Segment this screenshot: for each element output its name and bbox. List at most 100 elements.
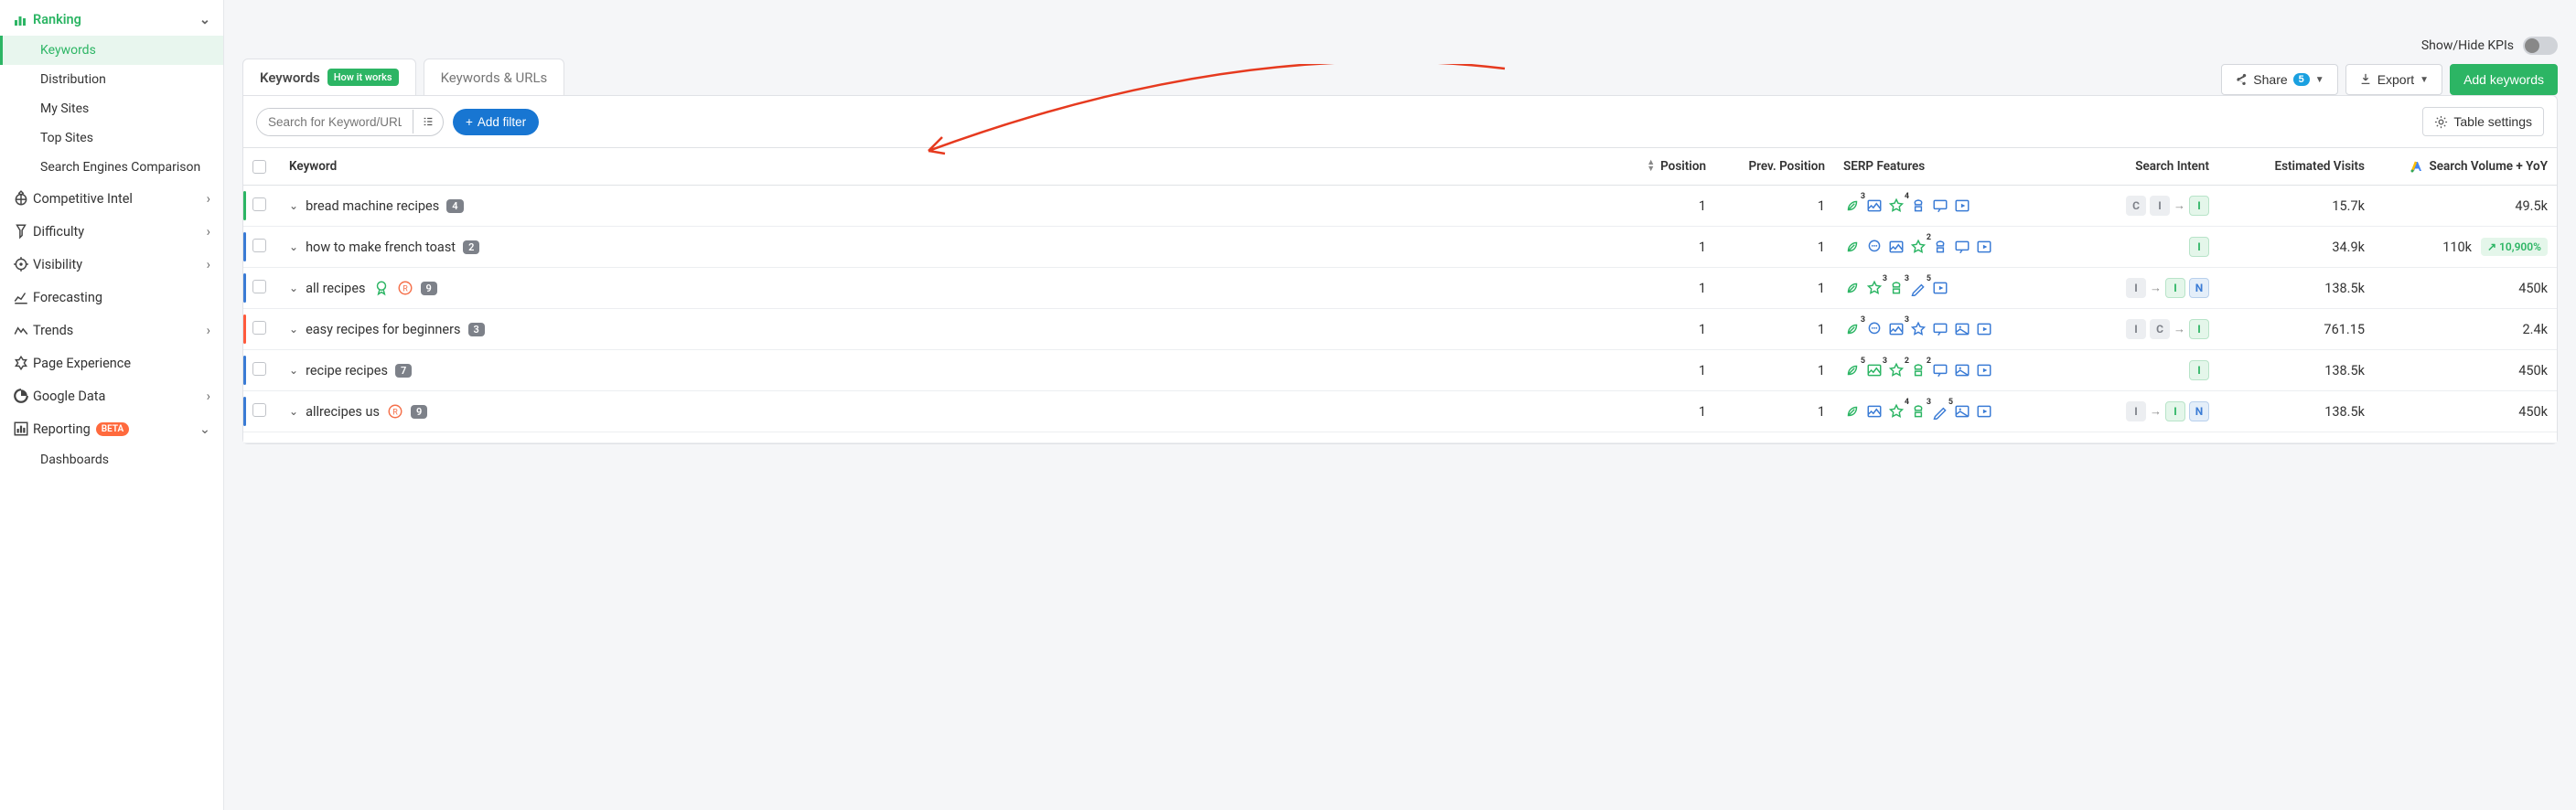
serp-pic-icon[interactable]: [1953, 402, 1971, 421]
keyword-text[interactable]: all recipes: [306, 281, 365, 296]
sidebar-item-visibility[interactable]: Visibility›: [0, 248, 223, 281]
th-position[interactable]: ▲▼ Position: [1615, 148, 1715, 185]
serp-video-icon[interactable]: [1975, 238, 1993, 256]
serp-star-icon[interactable]: 4: [1887, 197, 1905, 215]
intent-N[interactable]: N: [2189, 401, 2209, 421]
th-visits[interactable]: Estimated Visits: [2218, 148, 2374, 185]
th-volume[interactable]: Search Volume + YoY: [2374, 148, 2557, 185]
serp-chef-icon[interactable]: 3: [1909, 402, 1927, 421]
serp-img-icon[interactable]: [1865, 402, 1884, 421]
keyword-text[interactable]: easy recipes for beginners: [306, 322, 460, 337]
serp-chef-icon[interactable]: 2: [1909, 361, 1927, 379]
serp-pic-icon[interactable]: [1953, 361, 1971, 379]
export-button[interactable]: Export ▼: [2345, 64, 2442, 95]
intent-I[interactable]: I: [2189, 319, 2209, 339]
serp-star-icon[interactable]: [1909, 320, 1927, 338]
keyword-text[interactable]: how to make french toast: [306, 240, 456, 255]
keyword-text[interactable]: recipe recipes: [306, 363, 388, 378]
serp-leaf-icon[interactable]: 3: [1843, 320, 1862, 338]
serp-pen-icon[interactable]: 5: [1931, 402, 1949, 421]
sidebar-item-reporting[interactable]: ReportingBETA⌄: [0, 412, 223, 445]
serp-leaf-icon[interactable]: [1843, 402, 1862, 421]
sidebar-item-competitive-intel[interactable]: Competitive Intel›: [0, 182, 223, 215]
intent-I[interactable]: I: [2189, 196, 2209, 216]
intent-C[interactable]: C: [2150, 319, 2170, 339]
sidebar-item-forecasting[interactable]: Forecasting: [0, 281, 223, 314]
serp-leaf-icon[interactable]: 5: [1843, 361, 1862, 379]
serp-chef-icon[interactable]: [1909, 197, 1927, 215]
serp-qa-icon[interactable]: [1931, 197, 1949, 215]
serp-img-icon[interactable]: 3: [1887, 320, 1905, 338]
serp-qa-icon[interactable]: [1953, 238, 1971, 256]
row-checkbox[interactable]: [252, 280, 266, 293]
sidebar-sub-my-sites[interactable]: My Sites: [0, 94, 223, 123]
intent-I[interactable]: I: [2189, 360, 2209, 380]
serp-pen-icon[interactable]: 5: [1909, 279, 1927, 297]
expand-row[interactable]: ⌄: [289, 364, 298, 377]
add-filter-button[interactable]: + Add filter: [453, 109, 539, 135]
serp-pic-icon[interactable]: [1953, 320, 1971, 338]
row-checkbox[interactable]: [252, 239, 266, 252]
serp-chef-icon[interactable]: 3: [1887, 279, 1905, 297]
intent-I[interactable]: I: [2126, 401, 2146, 421]
serp-star-icon[interactable]: 2: [1887, 361, 1905, 379]
how-it-works-badge[interactable]: How it works: [327, 69, 399, 86]
sidebar-sub-dashboards[interactable]: Dashboards: [0, 445, 223, 474]
th-serp[interactable]: SERP Features: [1834, 148, 2063, 185]
intent-I[interactable]: I: [2126, 319, 2146, 339]
serp-chat-icon[interactable]: [1865, 238, 1884, 256]
intent-I[interactable]: I: [2189, 237, 2209, 257]
sidebar-sub-keywords[interactable]: Keywords: [0, 36, 223, 65]
select-all-checkbox[interactable]: [252, 160, 266, 174]
add-keywords-button[interactable]: Add keywords: [2450, 64, 2558, 95]
serp-img-icon[interactable]: [1887, 238, 1905, 256]
serp-video-icon[interactable]: [1931, 279, 1949, 297]
serp-img-icon[interactable]: 3: [1865, 361, 1884, 379]
serp-chef-icon[interactable]: [1931, 238, 1949, 256]
expand-row[interactable]: ⌄: [289, 282, 298, 294]
sidebar-item-difficulty[interactable]: Difficulty›: [0, 215, 223, 248]
serp-star-icon[interactable]: 2: [1909, 238, 1927, 256]
serp-video-icon[interactable]: [1975, 320, 1993, 338]
serp-leaf-icon[interactable]: [1843, 279, 1862, 297]
intent-I[interactable]: I: [2126, 278, 2146, 298]
sidebar-sub-search-engines-comparison[interactable]: Search Engines Comparison: [0, 153, 223, 182]
share-button[interactable]: Share 5 ▼: [2221, 64, 2337, 95]
row-checkbox[interactable]: [252, 362, 266, 376]
serp-video-icon[interactable]: [1975, 361, 1993, 379]
kpi-toggle[interactable]: [2523, 37, 2558, 55]
sidebar-sub-distribution[interactable]: Distribution: [0, 65, 223, 94]
intent-I[interactable]: I: [2165, 278, 2185, 298]
sidebar-item-trends[interactable]: Trends›: [0, 314, 223, 346]
intent-I[interactable]: I: [2165, 401, 2185, 421]
search-input[interactable]: [257, 109, 413, 135]
sidebar-sub-top-sites[interactable]: Top Sites: [0, 123, 223, 153]
serp-qa-icon[interactable]: [1931, 361, 1949, 379]
serp-video-icon[interactable]: [1953, 197, 1971, 215]
th-prev-position[interactable]: Prev. Position: [1715, 148, 1834, 185]
sidebar-item-google-data[interactable]: Google Data›: [0, 379, 223, 412]
row-checkbox[interactable]: [252, 197, 266, 211]
serp-leaf-icon[interactable]: [1843, 238, 1862, 256]
row-checkbox[interactable]: [252, 321, 266, 335]
th-keyword[interactable]: Keyword: [280, 148, 1615, 185]
keyword-text[interactable]: allrecipes us: [306, 404, 380, 420]
row-checkbox[interactable]: [252, 403, 266, 417]
expand-row[interactable]: ⌄: [289, 405, 298, 418]
serp-star-icon[interactable]: 3: [1865, 279, 1884, 297]
intent-I[interactable]: I: [2150, 196, 2170, 216]
keyword-text[interactable]: bread machine recipes: [306, 198, 439, 214]
table-settings-button[interactable]: Table settings: [2422, 107, 2544, 136]
search-list-button[interactable]: [413, 110, 443, 133]
expand-row[interactable]: ⌄: [289, 323, 298, 336]
sidebar-item-page-experience[interactable]: Page Experience: [0, 346, 223, 379]
serp-qa-icon[interactable]: [1931, 320, 1949, 338]
serp-img-icon[interactable]: [1865, 197, 1884, 215]
intent-C[interactable]: C: [2126, 196, 2146, 216]
expand-row[interactable]: ⌄: [289, 199, 298, 212]
intent-N[interactable]: N: [2189, 278, 2209, 298]
th-intent[interactable]: Search Intent: [2063, 148, 2218, 185]
tab-keywords[interactable]: Keywords How it works: [242, 59, 416, 95]
expand-row[interactable]: ⌄: [289, 240, 298, 253]
serp-chat-icon[interactable]: [1865, 320, 1884, 338]
